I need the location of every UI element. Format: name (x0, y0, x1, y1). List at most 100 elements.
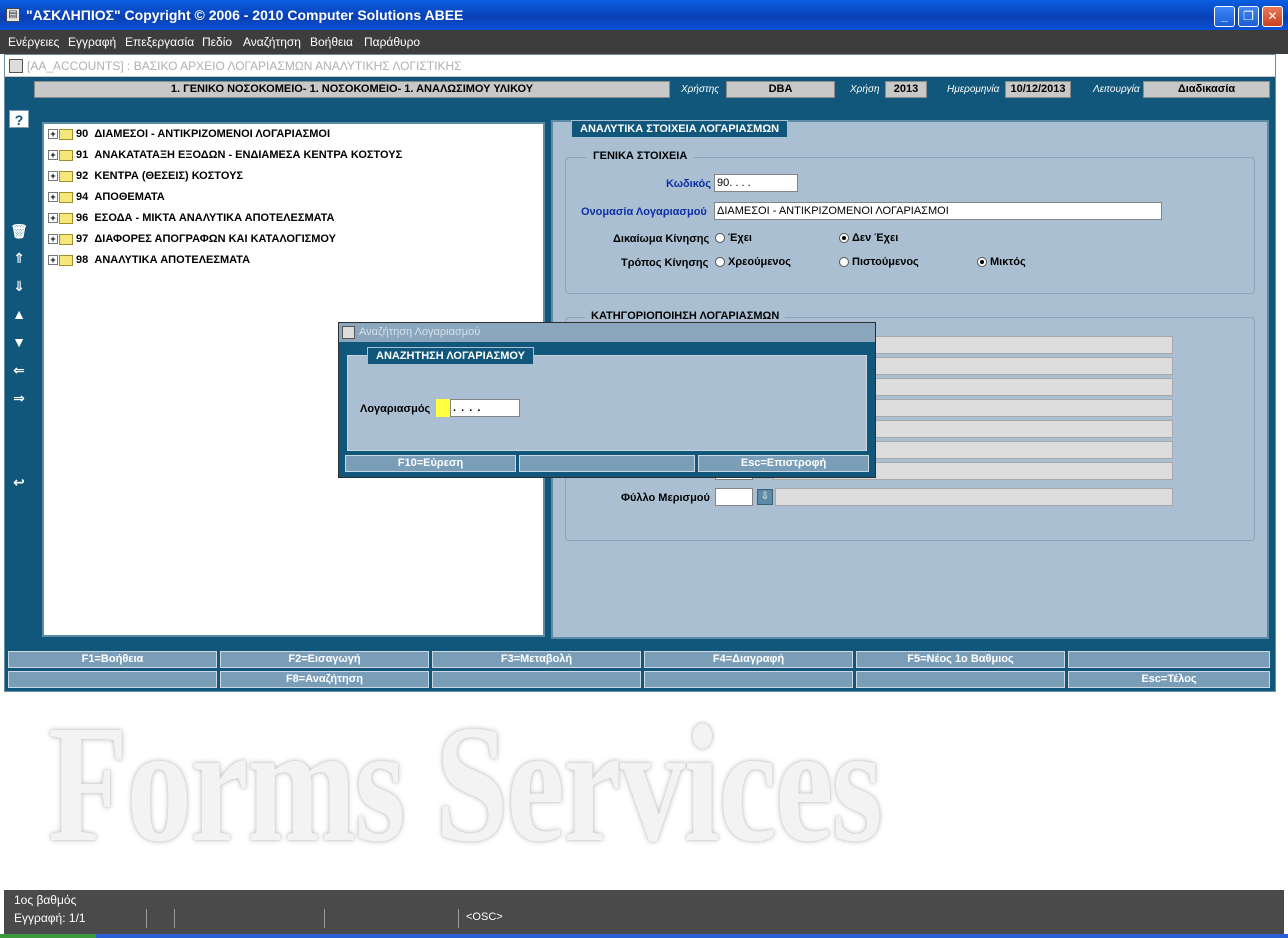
previous-block-icon[interactable]: ⇐ (9, 361, 29, 379)
function-key-blank[interactable] (432, 671, 641, 688)
account-search-field[interactable]: . . . . (450, 399, 520, 417)
radio-icon (839, 257, 849, 268)
f8-search-button[interactable]: F8=Αναζήτηση (220, 671, 429, 688)
help-button[interactable]: ? (9, 110, 29, 128)
category-field (873, 441, 1173, 459)
code-field[interactable]: 90. . . . (714, 174, 798, 192)
return-button[interactable]: Esc=Επιστροφή (698, 455, 869, 472)
menu-help[interactable]: Βοήθεια (310, 35, 353, 49)
menu-actions[interactable]: Ενέργειες (8, 35, 59, 49)
expand-icon[interactable]: + (48, 150, 58, 161)
delete-icon[interactable]: 🗑 (9, 222, 29, 240)
function-label: Λειτουργία (1093, 84, 1140, 95)
expand-icon[interactable]: + (48, 255, 58, 266)
tree-node[interactable]: +97 ΔΙΑΦΟΡΕΣ ΑΠΟΓΡΑΦΩΝ ΚΑΙ ΚΑΤΑΛΟΓΙΣΜΟΥ (48, 233, 336, 249)
folder-icon (59, 233, 73, 245)
function-key-blank[interactable] (1068, 651, 1270, 668)
status-divider (174, 909, 175, 928)
account-search-dialog: Αναζήτηση Λογαριασμού Λογαριασμός . . . … (338, 322, 876, 478)
dialog-blank-button[interactable] (519, 455, 695, 472)
window-title-bar[interactable]: ▤ "ΑΣΚΛΗΠΙΟΣ" Copyright © 2006 - 2010 Co… (0, 0, 1288, 30)
status-bar: 1ος βαθμός Εγγραφή: 1/1 <OSC> (4, 890, 1284, 934)
find-button[interactable]: F10=Εύρεση (345, 455, 516, 472)
status-divider (146, 909, 147, 928)
taskbar (0, 934, 1288, 938)
account-name-label: Ονομασία Λογαριασμού (581, 206, 707, 218)
close-button[interactable]: ✕ (1262, 6, 1283, 27)
menu-bar: Ενέργειες Εγγραφή Επεξεργασία Πεδίο Αναζ… (0, 30, 1288, 54)
menu-edit[interactable]: Επεξεργασία (125, 35, 194, 49)
esc-exit-button[interactable]: Esc=Τέλος (1068, 671, 1270, 688)
tree-node[interactable]: +98 ΑΝΑΛΥΤΙΚΑ ΑΠΟΤΕΛΕΣΜΑΤΑ (48, 254, 250, 270)
function-field: Διαδικασία (1143, 81, 1270, 98)
category-group-label: ΚΑΤΗΓΟΡΙΟΠΟΙΗΣΗ ΛΟΓΑΡΙΑΣΜΩΝ (585, 310, 786, 322)
tree-node[interactable]: +94 ΑΠΟΘΕΜΑΤΑ (48, 191, 165, 207)
menu-record[interactable]: Εγγραφή (68, 35, 116, 49)
year-field: 2013 (885, 81, 927, 98)
tree-node[interactable]: +96 ΕΣΟΔΑ - ΜΙΚΤΑ ΑΝΑΛΥΤΙΚΑ ΑΠΟΤΕΛΕΣΜΑΤΑ (48, 212, 335, 228)
form-icon (9, 59, 23, 73)
cursor-highlight (436, 399, 450, 417)
category-field (873, 378, 1173, 396)
dialog-title[interactable]: Αναζήτηση Λογαριασμού (339, 323, 875, 342)
minimize-button[interactable]: _ (1214, 6, 1235, 27)
f4-delete-button[interactable]: F4=Διαγραφή (644, 651, 853, 668)
date-field: 10/12/2013 (1005, 81, 1071, 98)
user-field: DBA (726, 81, 835, 98)
movement-right-label: Δικαίωμα Κίνησης (613, 233, 710, 245)
distribution-sheet-label: Φύλλο Μερισμού (621, 492, 710, 504)
folder-icon (59, 212, 73, 224)
f5-new-level-button[interactable]: F5=Νέος 1ο Βαθμιος (856, 651, 1065, 668)
function-key-blank[interactable] (856, 671, 1065, 688)
status-divider (324, 909, 325, 928)
status-divider (458, 909, 459, 928)
f3-modify-button[interactable]: F3=Μεταβολή (432, 651, 641, 668)
radio-mixed[interactable]: Μικτός (977, 256, 1026, 268)
function-key-blank[interactable] (8, 671, 217, 688)
tree-node[interactable]: +92 ΚΕΝΤΡΑ (ΘΕΣΕΙΣ) ΚΟΣΤΟΥΣ (48, 170, 243, 186)
general-group-label: ΓΕΝΙΚΑ ΣΤΟΙΧΕΙΑ (587, 150, 694, 162)
undo-icon[interactable]: ↩ (9, 473, 29, 491)
list-of-values-icon[interactable]: ⇩ (757, 489, 773, 505)
account-label: Λογαριασμός (360, 403, 431, 415)
expand-icon[interactable]: + (48, 171, 58, 182)
restore-button[interactable]: ❐ (1238, 6, 1259, 27)
previous-record-icon[interactable]: ▲ (9, 305, 29, 323)
organization-field: 1. ΓΕΝΙΚΟ ΝΟΣΟΚΟΜΕΙΟ- 1. ΝΟΣΟΚΟΜΕΙΟ- 1. … (34, 81, 670, 98)
tab-account-details[interactable]: ΑΝΑΛΥΤΙΚΑ ΣΤΟΙΧΕΙΑ ΛΟΓΑΡΙΑΣΜΩΝ (571, 120, 789, 138)
tree-node[interactable]: +90 ΔΙΑΜΕΣΟΙ - ΑΝΤΙΚΡΙΖΟΜΕΝΟΙ ΛΟΓΑΡΙΑΣΜΟ… (48, 128, 330, 144)
radio-has-not[interactable]: Δεν Έχει (839, 232, 898, 244)
first-record-icon[interactable]: ⇑ (9, 249, 29, 267)
expand-icon[interactable]: + (48, 213, 58, 224)
radio-debit[interactable]: Χρεούμενος (715, 256, 791, 268)
dialog-body: Λογαριασμός . . . . (347, 355, 867, 451)
year-label: Χρήση (850, 84, 880, 95)
radio-selected-icon (977, 257, 987, 268)
distribution-sheet-field[interactable] (715, 488, 753, 506)
start-button[interactable] (0, 934, 96, 938)
menu-search[interactable]: Αναζήτηση (243, 35, 301, 49)
account-name-field[interactable]: ΔΙΑΜΕΣΟΙ - ΑΝΤΙΚΡΙΖΟΜΕΝΟΙ ΛΟΓΑΡΙΑΣΜΟΙ (714, 202, 1162, 220)
expand-icon[interactable]: + (48, 192, 58, 203)
menu-field[interactable]: Πεδίο (202, 35, 232, 49)
tree-node[interactable]: +91 ΑΝΑΚΑΤΑΤΑΞΗ ΕΞΟΔΩΝ - ΕΝΔΙΑΜΕΣΑ ΚΕΝΤΡ… (48, 149, 402, 165)
expand-icon[interactable]: + (48, 234, 58, 245)
function-key-blank[interactable] (644, 671, 853, 688)
radio-credit[interactable]: Πιστούμενος (839, 256, 919, 268)
expand-icon[interactable]: + (48, 129, 58, 140)
menu-window[interactable]: Παράθυρο (364, 35, 420, 49)
app-icon: ▤ (6, 8, 20, 22)
next-record-icon[interactable]: ▼ (9, 333, 29, 351)
f1-help-button[interactable]: F1=Βοήθεια (8, 651, 217, 668)
record-indicator: Εγγραφή: 1/1 (14, 911, 86, 925)
next-block-icon[interactable]: ⇒ (9, 389, 29, 407)
last-record-icon[interactable]: ⇓ (9, 277, 29, 295)
mode-indicator: <OSC> (466, 911, 503, 923)
category-field (873, 399, 1173, 417)
f2-insert-button[interactable]: F2=Εισαγωγή (220, 651, 429, 668)
folder-icon (59, 128, 73, 140)
category-field (873, 336, 1173, 354)
tab-account-search[interactable]: ΑΝΑΖΗΤΗΣΗ ΛΟΓΑΡΙΑΣΜΟΥ (367, 347, 534, 365)
radio-has[interactable]: Έχει (715, 232, 752, 244)
form-title: [AA_ACCOUNTS] : ΒΑΣΙΚΟ ΑΡΧΕΙΟ ΛΟΓΑΡΙΑΣΜΩ… (27, 59, 462, 73)
